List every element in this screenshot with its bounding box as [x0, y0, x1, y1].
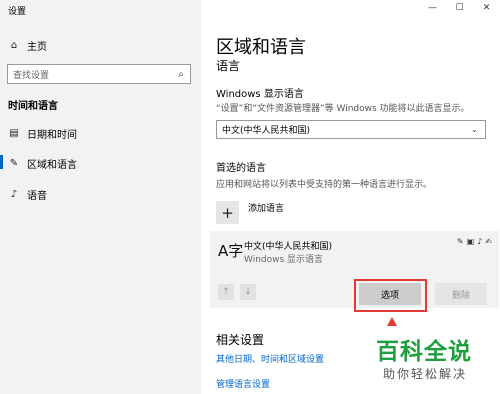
- text-to-speech-feature-icon: ▣: [466, 237, 475, 246]
- page-title: 区域和语言: [216, 37, 306, 58]
- language-glyph-icon: A字: [218, 242, 244, 260]
- language-subtitle: Windows 显示语言: [244, 255, 324, 265]
- preferred-language-description: 应用和网站将以列表中受支持的第一种语言进行显示。: [216, 180, 433, 190]
- search-icon: ⌕: [178, 68, 184, 80]
- watermark-title: 百科全说: [376, 339, 472, 365]
- home-icon: ⌂: [10, 40, 18, 51]
- search-placeholder: 查找设置: [13, 70, 50, 81]
- page-subtitle: 语言: [216, 59, 241, 73]
- speech-feature-icon: ♪: [477, 237, 483, 246]
- preferred-language-heading: 首选的语言: [216, 163, 266, 174]
- link-additional-date-time-region[interactable]: 其他日期、时间和区域设置: [216, 352, 324, 365]
- sidebar-item-label: 语音: [27, 191, 47, 202]
- minimize-button[interactable]: —: [419, 0, 446, 16]
- chevron-down-icon: ⌄: [471, 125, 478, 134]
- region-language-icon: ✎: [9, 158, 19, 169]
- microphone-icon: ♪: [10, 189, 18, 200]
- maximize-button[interactable]: ☐: [446, 0, 473, 16]
- sidebar-item-label: 区域和语言: [27, 160, 77, 171]
- remove-button[interactable]: 删除: [435, 283, 487, 305]
- nav-home-label: 主页: [27, 42, 47, 53]
- move-down-button[interactable]: ↓: [240, 284, 256, 300]
- arrow-down-icon: ↓: [244, 287, 252, 297]
- search-input[interactable]: 查找设置 ⌕: [7, 64, 191, 84]
- related-settings-heading: 相关设置: [216, 333, 265, 347]
- add-language-button[interactable]: + 添加语言: [216, 201, 284, 224]
- app-title: 设置: [8, 7, 27, 17]
- nav-home[interactable]: ⌂ 主页: [8, 38, 47, 53]
- language-feature-icons: ✎ ▣ ♪ ✍: [457, 237, 492, 246]
- plus-icon: +: [216, 201, 239, 224]
- options-highlight-box: [354, 279, 427, 312]
- handwriting-feature-icon: ✍: [485, 237, 492, 246]
- display-language-description: “设置”和“文件资源管理器”等 Windows 功能将以此语言显示。: [216, 104, 470, 114]
- sidebar-item-speech[interactable]: ♪ 语音: [8, 187, 47, 202]
- link-administrative-language[interactable]: 管理语言设置: [216, 377, 270, 390]
- select-value: 中文(中华人民共和国): [222, 126, 311, 136]
- close-button[interactable]: ✕: [473, 0, 500, 16]
- display-language-heading: Windows 显示语言: [216, 89, 304, 100]
- pointer-arrow-icon: [387, 317, 397, 326]
- sidebar-item-date-time[interactable]: ▤ 日期和时间: [8, 126, 77, 141]
- display-language-feature-icon: ✎: [456, 237, 464, 246]
- active-indicator: [0, 155, 3, 169]
- arrow-up-icon: ↑: [222, 287, 230, 297]
- calendar-icon: ▤: [9, 128, 19, 139]
- move-up-button[interactable]: ↑: [218, 284, 234, 300]
- navigation-pane: 设置 ⌂ 主页 查找设置 ⌕ 时间和语言 ▤ 日期和时间 ✎ 区域和语言 ♪ 语…: [0, 0, 201, 394]
- add-language-label: 添加语言: [248, 204, 285, 214]
- watermark-subtitle: 助你轻松解决: [383, 367, 468, 381]
- language-name: 中文(中华人民共和国): [244, 242, 333, 252]
- sidebar-item-region-language[interactable]: ✎ 区域和语言: [8, 156, 77, 171]
- display-language-select[interactable]: 中文(中华人民共和国) ⌄: [216, 120, 486, 139]
- window-controls: — ☐ ✕: [419, 0, 500, 16]
- nav-section-title: 时间和语言: [8, 101, 58, 112]
- sidebar-item-label: 日期和时间: [27, 130, 77, 141]
